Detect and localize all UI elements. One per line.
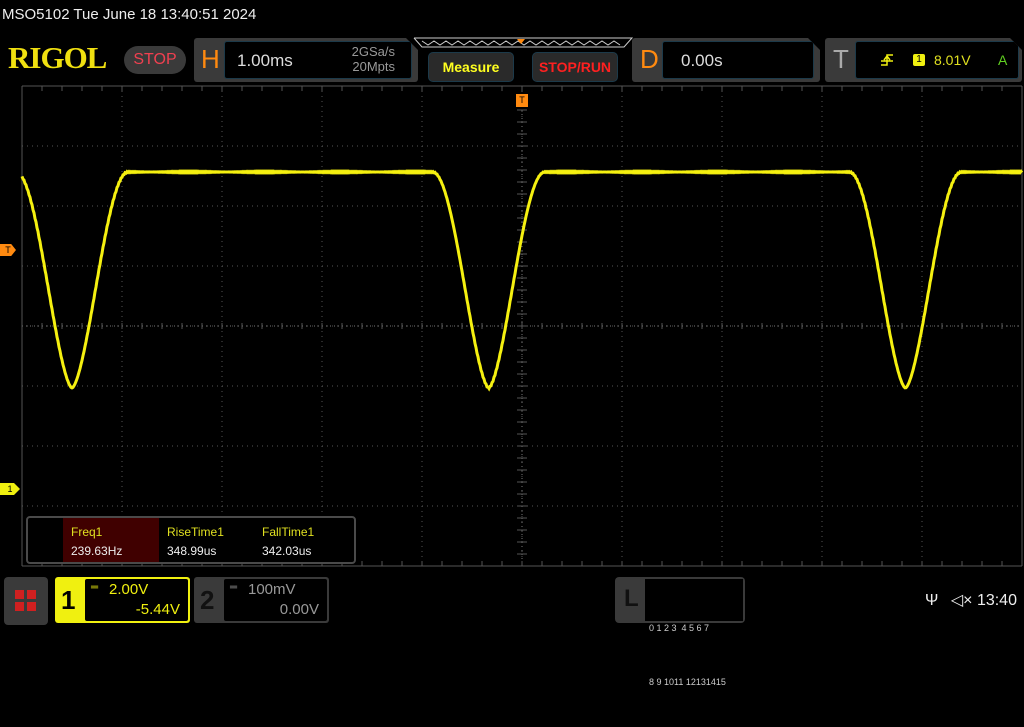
grid-menu-icon <box>15 590 36 611</box>
channel1-trace <box>20 169 1024 392</box>
timebase-value: 1.00ms <box>237 51 293 70</box>
delay-letter: D <box>640 44 659 74</box>
trigger-level: 8.01V <box>934 52 971 68</box>
measurement-risetime[interactable]: RiseTime1 348.99us <box>159 518 254 562</box>
trigger-panel[interactable]: T 1 8.01V A <box>825 38 1022 82</box>
channel2-panel[interactable]: 2 ═ 100mV 0.00V <box>194 577 329 623</box>
logic-letter: L <box>624 585 639 612</box>
dc-coupling-icon: ═ <box>230 582 238 593</box>
delay-panel[interactable]: D 0.00s <box>632 38 820 82</box>
measurement-name: RiseTime1 <box>167 525 224 539</box>
trigger-position-marker[interactable]: T <box>516 94 528 107</box>
measurement-value: 342.03us <box>262 544 312 558</box>
stop-run-button[interactable]: STOP/RUN <box>532 52 618 82</box>
usb-icon: Ψ <box>925 592 939 609</box>
measure-button[interactable]: Measure <box>428 52 514 82</box>
channel-scale: 2.00V <box>109 581 149 598</box>
graticule <box>21 85 1023 567</box>
measurement-freq[interactable]: Freq1 239.63Hz <box>63 518 159 562</box>
run-state-badge[interactable]: STOP <box>124 46 186 74</box>
measurement-value: 239.63Hz <box>71 544 123 558</box>
device-title: MSO5102 Tue June 18 13:40:51 2024 <box>2 6 257 23</box>
clock: 13:40 <box>976 592 1017 609</box>
horizontal-panel[interactable]: H 1.00ms 2GSa/s 20Mpts <box>194 38 418 82</box>
memory-depth: 20Mpts <box>352 59 395 74</box>
channel-number: 2 <box>200 585 215 615</box>
channel1-panel[interactable]: 1 ═ 2.00V -5.44V <box>55 577 190 623</box>
logic-channels-row1: 0 1 2 3 4 5 6 7 <box>649 623 710 633</box>
measurement-panel: Freq1 239.63Hz RiseTime1 348.99us FallTi… <box>26 516 356 564</box>
logic-panel[interactable]: L 0 1 2 3 4 5 6 7 8 9 1011 12131415 <box>615 577 745 687</box>
measurement-name: FallTime1 <box>262 525 315 539</box>
trigger-source: 1 <box>913 54 925 66</box>
measurement-value: 348.99us <box>167 544 217 558</box>
measurement-name: Freq1 <box>71 525 103 539</box>
memory-overview-icon <box>413 37 634 48</box>
rigol-logo: RIGOL <box>8 40 107 75</box>
dc-coupling-icon: ═ <box>91 582 99 593</box>
sample-rate: 2GSa/s <box>351 44 395 59</box>
trigger-mode: A <box>998 52 1008 68</box>
horizontal-letter: H <box>201 44 220 74</box>
status-bar: Ψ ◁× 13:40 <box>925 590 1017 610</box>
logic-channels-row2: 8 9 1011 12131415 <box>649 677 726 687</box>
channel-offset: -5.44V <box>135 601 180 618</box>
channel-offset: 0.00V <box>279 601 319 618</box>
waveform-display[interactable] <box>0 84 1024 572</box>
speaker-muted-icon[interactable]: ◁× <box>951 592 973 609</box>
channel-scale: 100mV <box>248 581 296 598</box>
channel-number: 1 <box>61 585 76 615</box>
main-menu-button[interactable] <box>4 577 48 625</box>
measurement-falltime[interactable]: FallTime1 342.03us <box>254 518 349 562</box>
rising-edge-icon <box>880 53 894 67</box>
trigger-letter: T <box>833 44 849 74</box>
delay-value: 0.00s <box>681 51 723 70</box>
